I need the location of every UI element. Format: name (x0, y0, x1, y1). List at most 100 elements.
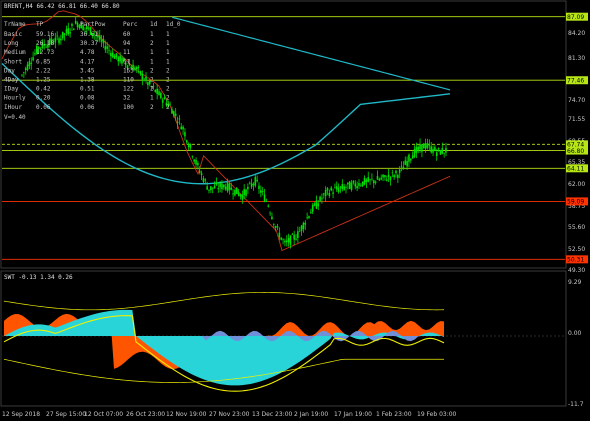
candle-body (110, 53, 112, 57)
candle-body (356, 186, 358, 189)
candle-body (424, 143, 427, 149)
candle-body (117, 57, 120, 62)
table-cell: Basic (4, 31, 22, 38)
candle-body (382, 174, 384, 178)
candle-body (56, 35, 58, 37)
candle-body (219, 183, 221, 188)
candle-body (422, 143, 425, 149)
price-tick: 74.70 (568, 97, 585, 104)
candle-body (76, 22, 79, 27)
header-1d: 1d (150, 21, 158, 28)
time-tick: 17 Jan 19:00 (334, 411, 372, 418)
candle-body (269, 212, 271, 214)
candle-body (326, 188, 329, 191)
table-cell: 2 (166, 95, 170, 102)
candle-body (273, 223, 275, 225)
candle-body (26, 64, 29, 70)
table-cell: 2 (166, 104, 170, 111)
candle-body (365, 179, 368, 183)
candle-body (198, 170, 201, 173)
osc-tick: 0.00 (568, 330, 582, 337)
candle-body (115, 53, 118, 58)
price-tick: 84.20 (568, 30, 585, 37)
candle-body (315, 200, 318, 209)
candle-body (113, 55, 116, 59)
table-cell: 4.78 (80, 49, 95, 56)
header-trname: TrName (4, 21, 26, 28)
candle-body (32, 57, 34, 61)
candle-body (143, 79, 146, 81)
table-cell: 2 (150, 40, 154, 47)
candle-body (406, 161, 408, 167)
table-cell: 0.51 (80, 86, 95, 93)
candle-body (98, 35, 101, 40)
candle-body (335, 186, 338, 190)
candle-body (278, 232, 281, 238)
candle-body (389, 176, 392, 181)
table-cell: 30.37 (80, 40, 98, 47)
candle-body (61, 31, 64, 39)
candle-body (363, 178, 366, 185)
time-tick: 13 Dec 23:00 (252, 411, 293, 418)
candle-body (350, 182, 353, 190)
candle-body (445, 147, 447, 153)
candle-body (384, 174, 386, 178)
candle-body (147, 82, 149, 86)
candle-body (437, 147, 440, 149)
candle-body (71, 23, 73, 26)
candle-body (215, 182, 218, 185)
candle-body (428, 144, 431, 146)
candle-body (271, 216, 273, 219)
candle-body (237, 192, 240, 196)
candle-body (261, 191, 264, 192)
table-cell: 0.20 (36, 95, 51, 102)
candle-body (191, 156, 194, 157)
table-cell: 1 (166, 58, 170, 65)
chart-canvas: BRENT,H4 66.42 66.81 66.40 66.80 SWT -0.… (0, 0, 590, 421)
level-tag-label: 66.80 (567, 148, 584, 155)
candle-body (322, 193, 325, 195)
candle-body (302, 222, 305, 229)
time-tick: 19 Feb 03:00 (417, 411, 457, 418)
candle-body (324, 190, 327, 197)
candle-body (354, 183, 357, 187)
candle-body (413, 149, 416, 157)
candle-body (195, 159, 197, 165)
candle-body (161, 99, 164, 103)
candle-body (300, 225, 303, 231)
header-tp: TP (36, 21, 44, 28)
candle-body (252, 183, 255, 186)
candle-body (24, 68, 27, 70)
candle-body (421, 144, 423, 152)
candle-body (347, 182, 349, 185)
candle-body (260, 190, 262, 193)
candle-body (210, 186, 212, 191)
table-cell: 26.18 (36, 40, 54, 47)
candle-body (160, 92, 162, 99)
candle-body (341, 184, 344, 189)
candle-body (426, 143, 429, 149)
table-cell: 0.08 (80, 95, 95, 102)
candle-body (280, 237, 283, 240)
price-tick: 81.30 (568, 55, 585, 62)
candle-body (267, 205, 270, 207)
candle-body (182, 126, 184, 130)
candle-body (111, 52, 114, 58)
candle-body (398, 169, 401, 173)
candle-body (208, 189, 210, 191)
table-cell: 122 (123, 86, 134, 93)
candle-body (408, 154, 410, 162)
candle-body (239, 194, 242, 197)
candle-body (250, 183, 253, 187)
candle-body (285, 240, 288, 243)
candle-body (28, 61, 31, 67)
time-tick: 27 Sep 15:00 (46, 411, 86, 418)
candle-body (317, 203, 320, 207)
time-tick: 12 Sep 2018 (2, 411, 40, 418)
candle-body (434, 146, 436, 151)
table-cell: 3.45 (80, 67, 95, 74)
candle-body (197, 163, 199, 166)
table-cell: 100 (123, 104, 134, 111)
table-cell: 1 (150, 31, 154, 38)
candle-body (369, 179, 371, 180)
